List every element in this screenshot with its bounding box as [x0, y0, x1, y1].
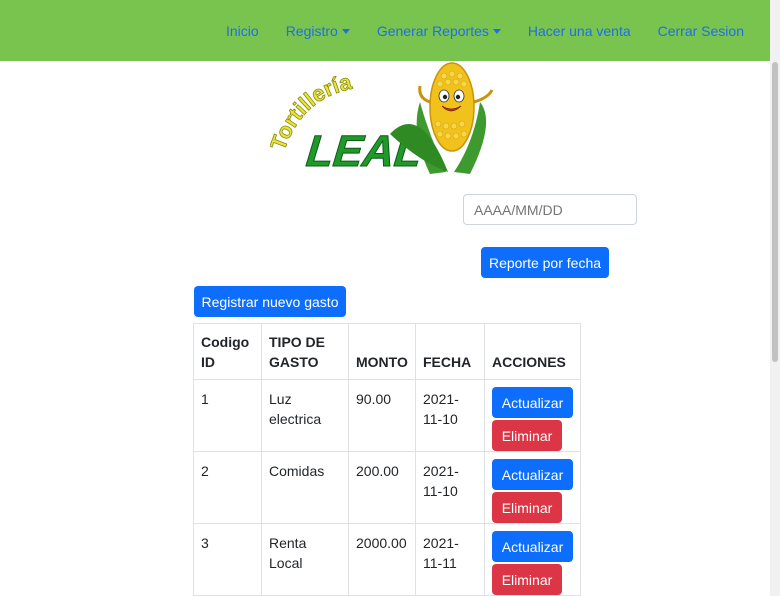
cell-tipo: Luz electrica	[261, 379, 349, 452]
delete-button[interactable]: Eliminar	[492, 420, 562, 451]
cell-fecha: 2021-11-11	[415, 523, 485, 596]
nav-inicio[interactable]: Inicio	[226, 23, 259, 39]
nav-cerrar-sesion[interactable]: Cerrar Sesion	[658, 23, 744, 39]
update-button[interactable]: Actualizar	[492, 387, 573, 418]
cell-actions: Actualizar Eliminar	[484, 523, 581, 596]
nav-links: Inicio Registro Generar Reportes Hacer u…	[199, 0, 744, 61]
cell-monto: 90.00	[348, 379, 416, 452]
table-row: 1 Luz electrica 90.00 2021-11-10 Actuali…	[193, 379, 581, 452]
table-row: 2 Comidas 200.00 2021-11-10 Actualizar E…	[193, 451, 581, 524]
header-fecha: FECHA	[415, 323, 485, 380]
table-header-row: Codigo ID TIPO DE GASTO MONTO FECHA ACCI…	[193, 323, 581, 380]
top-navbar: Inicio Registro Generar Reportes Hacer u…	[0, 0, 770, 61]
cell-id: 3	[193, 523, 262, 596]
table-row: 3 Renta Local 2000.00 2021-11-11 Actuali…	[193, 523, 581, 596]
cell-tipo: Comidas	[261, 451, 349, 524]
header-tipo-gasto: TIPO DE GASTO	[261, 323, 349, 380]
cell-monto: 2000.00	[348, 523, 416, 596]
update-button[interactable]: Actualizar	[492, 459, 573, 490]
nav-generar-reportes-dropdown[interactable]: Generar Reportes	[377, 23, 501, 39]
nav-hacer-venta[interactable]: Hacer una venta	[528, 23, 631, 39]
header-monto: MONTO	[348, 323, 416, 380]
caret-down-icon	[492, 28, 501, 34]
cell-actions: Actualizar Eliminar	[484, 451, 581, 524]
header-acciones: ACCIONES	[484, 323, 581, 380]
cell-fecha: 2021-11-10	[415, 451, 485, 524]
update-button[interactable]: Actualizar	[492, 531, 573, 562]
cell-id: 2	[193, 451, 262, 524]
header-codigo-id: Codigo ID	[193, 323, 262, 380]
expenses-table: Codigo ID TIPO DE GASTO MONTO FECHA ACCI…	[193, 323, 581, 596]
cell-id: 1	[193, 379, 262, 452]
delete-button[interactable]: Eliminar	[492, 492, 562, 523]
date-filter-input[interactable]	[463, 194, 637, 225]
delete-button[interactable]: Eliminar	[492, 564, 562, 595]
tortilleria-leal-logo: Tortillería LEAL	[270, 62, 494, 174]
caret-down-icon	[341, 28, 350, 34]
cell-tipo: Renta Local	[261, 523, 349, 596]
scrollbar-thumb[interactable]	[772, 62, 778, 362]
report-by-date-button[interactable]: Reporte por fecha	[481, 247, 609, 278]
cell-monto: 200.00	[348, 451, 416, 524]
register-new-expense-button[interactable]: Registrar nuevo gasto	[194, 286, 346, 317]
cell-fecha: 2021-11-10	[415, 379, 485, 452]
cell-actions: Actualizar Eliminar	[484, 379, 581, 452]
nav-registro-dropdown[interactable]: Registro	[286, 23, 350, 39]
